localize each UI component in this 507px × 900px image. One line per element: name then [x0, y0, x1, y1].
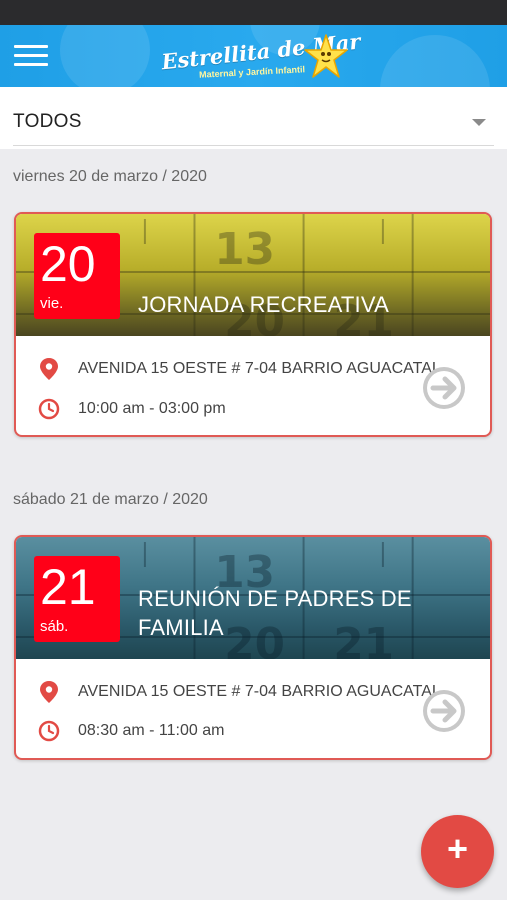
event-date-badge: 21 sáb. — [34, 556, 120, 642]
arrow-right-circle-icon[interactable] — [422, 689, 466, 733]
event-time: 08:30 am - 11:00 am — [78, 722, 225, 739]
event-banner: 13 20 21 20 vie. JORNADA RECREATIVA — [16, 214, 490, 336]
location-pin-icon — [40, 358, 58, 380]
chevron-down-icon[interactable] — [472, 119, 486, 126]
badge-day: 20 — [40, 236, 96, 292]
event-title: REUNIÓN DE PADRES DE FAMILIA — [138, 586, 412, 640]
category-filter-select[interactable]: TODOS — [13, 107, 494, 146]
event-time: 10:00 am - 03:00 pm — [78, 400, 226, 417]
menu-icon[interactable] — [14, 42, 48, 70]
add-event-button[interactable]: + — [421, 815, 494, 888]
location-pin-icon — [40, 681, 58, 703]
event-card[interactable]: 13 20 21 21 sáb. REUNIÓN DE PADRES DE FA… — [14, 535, 492, 760]
badge-day: 21 — [40, 559, 96, 615]
filter-selected-value: TODOS — [13, 111, 82, 132]
app-header: Estrellita de Mar Maternal y Jardín Infa… — [0, 25, 507, 87]
badge-weekday: vie. — [40, 295, 64, 312]
arrow-right-circle-icon[interactable] — [422, 366, 466, 410]
header-decoration — [60, 25, 150, 87]
event-card[interactable]: 13 20 21 20 vie. JORNADA RECREATIVA AVEN… — [14, 212, 492, 437]
event-location: AVENIDA 15 OESTE # 7-04 BARRIO AGUACATAL — [78, 360, 441, 377]
filter-bar: TODOS — [0, 87, 507, 149]
event-title: JORNADA RECREATIVA — [138, 292, 389, 317]
clock-icon — [38, 720, 60, 742]
date-heading: viernes 20 de marzo / 2020 — [13, 168, 207, 185]
clock-icon — [38, 398, 60, 420]
event-location: AVENIDA 15 OESTE # 7-04 BARRIO AGUACATAL — [78, 683, 441, 700]
app-logo: Estrellita de Mar Maternal y Jardín Infa… — [155, 29, 361, 85]
status-bar — [0, 0, 507, 25]
event-date-badge: 20 vie. — [34, 233, 120, 319]
svg-text:13: 13 — [214, 224, 275, 275]
event-banner: 13 20 21 21 sáb. REUNIÓN DE PADRES DE FA… — [16, 537, 490, 659]
header-decoration — [380, 35, 490, 87]
badge-weekday: sáb. — [40, 618, 69, 635]
plus-icon: + — [446, 828, 469, 869]
starfish-icon — [304, 34, 348, 78]
date-heading: sábado 21 de marzo / 2020 — [13, 491, 208, 508]
